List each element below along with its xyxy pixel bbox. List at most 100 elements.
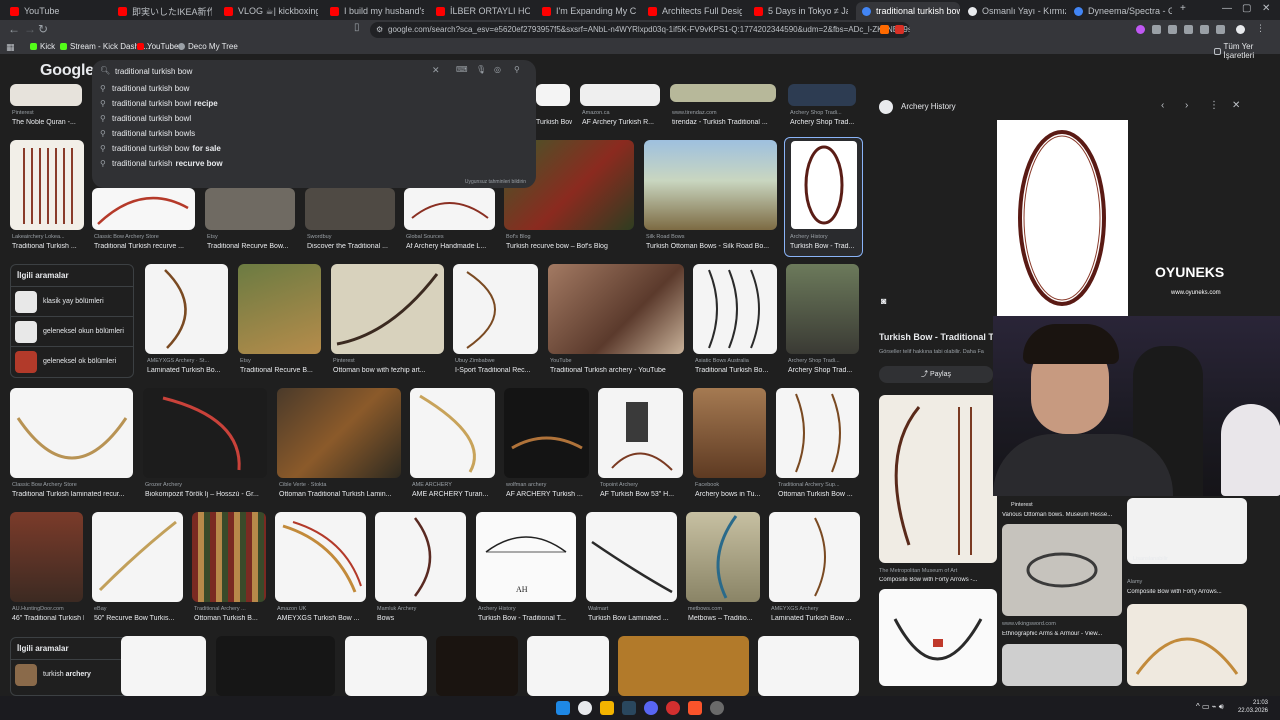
result-thumb[interactable] xyxy=(275,512,366,602)
profile-icon[interactable] xyxy=(1236,25,1245,34)
similar-title[interactable]: Various Ottoman bows. Museum Hesse... xyxy=(1002,512,1124,518)
result-thumb[interactable] xyxy=(618,636,749,696)
result-title[interactable]: Archery Shop Trad... xyxy=(790,119,860,126)
chrome-icon[interactable] xyxy=(578,701,592,715)
result-thumb[interactable] xyxy=(548,264,684,354)
result-title[interactable]: Archery Shop Trad... xyxy=(788,367,860,374)
tab-active[interactable]: traditional turkish bow - G✕ xyxy=(856,2,960,20)
result-thumb[interactable] xyxy=(92,188,195,230)
result-title[interactable]: Traditional Turkish archery - YouTube xyxy=(550,367,684,374)
opera-icon[interactable] xyxy=(666,701,680,715)
camera-search-icon[interactable]: ◎ xyxy=(494,65,501,74)
result-title[interactable]: Af Archery Handmade L... xyxy=(406,243,496,250)
result-thumb[interactable] xyxy=(331,264,444,354)
extension-icon[interactable] xyxy=(1152,25,1161,34)
result-thumb[interactable] xyxy=(758,636,859,696)
result-title[interactable]: Traditional Turkish laminated recur... xyxy=(12,491,134,498)
result-thumb[interactable] xyxy=(10,84,82,106)
discord-icon[interactable] xyxy=(644,701,658,715)
result-thumb[interactable] xyxy=(644,140,777,230)
result-title[interactable]: Traditional Recurve Bow... xyxy=(207,243,295,250)
puzzle-icon[interactable] xyxy=(1200,25,1209,34)
similar-thumb[interactable] xyxy=(1127,498,1247,564)
prev-icon[interactable]: ‹ xyxy=(1161,100,1164,111)
bookmark-youtube[interactable]: YouTube xyxy=(137,42,178,51)
tab-2[interactable]: VLOG ☕| kickboxing, leg work xyxy=(218,2,318,20)
tab-5[interactable]: I'm Expanding My Company to xyxy=(536,2,636,20)
bookmark-icon[interactable]: ▯ xyxy=(354,22,360,33)
result-title[interactable]: I-Sport Traditional Rec... xyxy=(455,367,539,374)
result-thumb[interactable] xyxy=(586,512,677,602)
result-thumb[interactable] xyxy=(598,388,683,478)
microphone-icon[interactable]: 🎙︎ xyxy=(476,65,486,74)
result-title[interactable]: tirendaz - Turkish Traditional ... xyxy=(672,119,776,126)
result-title[interactable]: Traditional Turkish ... xyxy=(12,243,86,250)
windows-start-icon[interactable] xyxy=(556,701,570,715)
similar-thumb[interactable] xyxy=(1127,604,1247,686)
result-thumb[interactable] xyxy=(670,84,776,102)
brave-icon[interactable] xyxy=(688,701,702,715)
panel-image[interactable] xyxy=(997,120,1128,317)
related-item[interactable]: klasik yay bölümleri xyxy=(11,286,133,316)
result-thumb[interactable] xyxy=(693,388,766,478)
result-thumb[interactable] xyxy=(238,264,321,354)
steam-icon[interactable] xyxy=(622,701,636,715)
extension-icon[interactable] xyxy=(1168,25,1177,34)
bookmark-kick[interactable]: Kick xyxy=(30,42,55,51)
tab-6[interactable]: Architects Full Design Breakdo xyxy=(642,2,742,20)
result-thumb[interactable] xyxy=(121,636,206,696)
report-suggestions-link[interactable]: Uygunsuz tahminleri bildirin xyxy=(465,179,526,185)
suggestion[interactable]: ⚲ traditional turkish recurve bow xyxy=(100,156,223,171)
google-logo[interactable]: Google xyxy=(40,62,94,80)
result-title[interactable]: AF ARCHERY Turkish ... xyxy=(506,491,590,498)
tab-9[interactable]: Osmanlı Yayı - Kırmızı Beyaz xyxy=(962,2,1066,20)
suggestion[interactable]: ⚲ traditional turkish bowl xyxy=(100,111,194,126)
result-title[interactable]: Turkish Bow - Trad... xyxy=(790,243,860,250)
result-title[interactable]: Ottoman Turkish B... xyxy=(194,615,266,622)
tray-icons[interactable]: ^ ▭ ⌁ 🔊︎ xyxy=(1196,702,1224,712)
suggestion[interactable]: ⚲ traditional turkish bow for sale xyxy=(100,141,221,156)
similar-thumb[interactable] xyxy=(879,589,997,686)
related-item[interactable]: turkish archery xyxy=(11,659,133,689)
result-thumb[interactable] xyxy=(143,388,267,478)
tab-3[interactable]: I build my husband's dream of xyxy=(324,2,424,20)
tab-4[interactable]: İLBER ORTAYLI HOCAMIZIN Gİ xyxy=(430,2,530,20)
result-thumb[interactable] xyxy=(536,84,570,106)
result-thumb[interactable] xyxy=(277,388,401,478)
result-thumb[interactable] xyxy=(410,388,495,478)
result-title[interactable]: AF Turkish Bow 53" H... xyxy=(600,491,684,498)
result-title[interactable]: Turkish recurve bow – Bof's Blog xyxy=(506,243,634,250)
next-icon[interactable]: › xyxy=(1185,100,1188,111)
keyboard-icon[interactable]: ⌨ xyxy=(456,65,468,74)
back-icon[interactable]: ← xyxy=(8,22,20,36)
clear-icon[interactable]: ✕ xyxy=(432,65,440,76)
related-item[interactable]: geleneksel okun bölümleri xyxy=(11,316,133,346)
result-title[interactable]: Bows xyxy=(377,615,467,622)
reload-icon[interactable]: ↻ xyxy=(38,22,48,36)
search-submit-icon[interactable]: ⚲ xyxy=(514,65,520,74)
result-title[interactable]: Ottoman Turkish Bow ... xyxy=(778,491,860,498)
tab-0[interactable]: YouTube xyxy=(4,2,88,20)
result-title[interactable]: Biokompozit Török Íj – Hosszú - Gr... xyxy=(145,491,267,498)
result-thumb[interactable]: AH xyxy=(476,512,576,602)
extension-icon[interactable] xyxy=(1184,25,1193,34)
more-icon[interactable]: ⋮ xyxy=(1209,100,1219,111)
result-title[interactable]: Archery bows in Tu... xyxy=(695,491,767,498)
result-title[interactable]: Turkish Bow - Traditional T... xyxy=(478,615,576,622)
result-thumb[interactable] xyxy=(453,264,538,354)
result-title[interactable]: Traditional Turkish recurve ... xyxy=(94,243,194,250)
all-bookmarks[interactable]: Tüm Yer İşaretleri xyxy=(1214,42,1280,60)
panel-title[interactable]: Turkish Bow - Traditional Turk xyxy=(879,332,993,342)
file-explorer-icon[interactable] xyxy=(600,701,614,715)
result-thumb[interactable] xyxy=(686,512,760,602)
result-thumb[interactable] xyxy=(693,264,777,354)
similar-title[interactable]: Ethnographic Arms & Armour - View... xyxy=(1002,631,1122,637)
new-tab-icon[interactable]: + xyxy=(1180,3,1186,14)
result-title[interactable]: Turkish Bow (... xyxy=(536,119,572,126)
result-title[interactable]: Turkish Bow Laminated ... xyxy=(588,615,678,622)
close-panel-icon[interactable]: ✕ xyxy=(1232,100,1240,111)
result-title[interactable]: Traditional Recurve B... xyxy=(240,367,322,374)
result-title[interactable]: AME ARCHERY Turan... xyxy=(412,491,496,498)
extension-icon[interactable] xyxy=(895,25,904,34)
result-thumb[interactable] xyxy=(504,388,589,478)
